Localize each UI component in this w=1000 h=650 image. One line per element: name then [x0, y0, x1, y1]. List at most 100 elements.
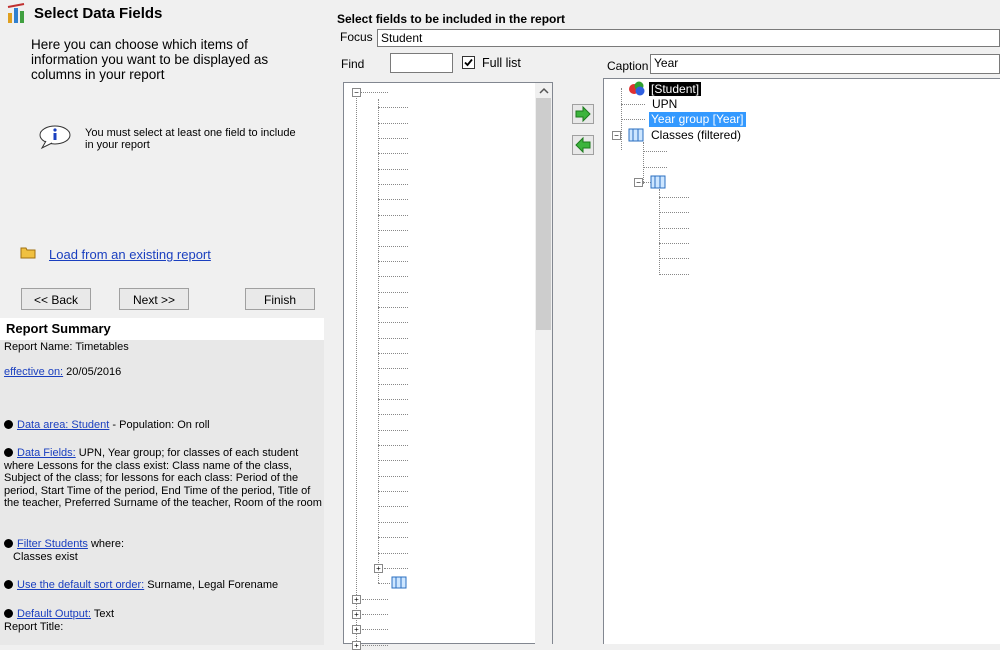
focus-label: Focus: [340, 30, 373, 44]
previous-name-icon: [391, 576, 407, 589]
filter-row: Filter Students where: Classes exist: [4, 538, 322, 563]
report-title-label: Report Title:: [4, 620, 64, 633]
tree-line: [362, 629, 388, 631]
tree-line: [378, 337, 408, 339]
tree-line: [378, 475, 408, 477]
default-output-link[interactable]: Default Output:: [17, 608, 91, 620]
caption-input[interactable]: Year: [650, 54, 1000, 74]
tree-line: [362, 644, 388, 646]
tree-line: [621, 104, 645, 105]
full-list-checkbox[interactable]: [462, 56, 475, 69]
tree-line: [378, 552, 408, 554]
tree-line: [378, 368, 408, 370]
tree-line: [378, 199, 408, 201]
remove-field-button[interactable]: [572, 135, 594, 155]
folder-icon: [20, 245, 36, 259]
tree-line: [378, 537, 408, 539]
expand-group-icon[interactable]: +: [352, 625, 361, 635]
tree-line: [378, 460, 408, 462]
scroll-up-arrow-icon[interactable]: [538, 85, 550, 95]
tree-line: [378, 230, 408, 232]
tree-item-classes[interactable]: Classes (filtered): [651, 128, 741, 142]
tree-line: [378, 414, 408, 416]
focus-field[interactable]: Student: [377, 29, 1000, 47]
report-fields-tree[interactable]: [603, 78, 1000, 644]
data-area-link[interactable]: Data area: Student: [17, 419, 109, 431]
tree-line: [378, 521, 408, 523]
finish-button[interactable]: Finish: [245, 288, 315, 310]
tree-line: [378, 383, 408, 385]
tree-line: [659, 197, 689, 198]
tree-line: [659, 258, 689, 260]
arrow-right-icon: [575, 105, 591, 123]
tree-item-year-group[interactable]: Year group [Year]: [649, 112, 746, 127]
arrow-left-icon: [575, 136, 591, 154]
tree-root-student[interactable]: [Student]: [649, 82, 702, 96]
effective-on-link[interactable]: effective on:: [4, 366, 63, 378]
tree-line: [378, 306, 408, 308]
tree-line: [378, 153, 408, 155]
tree-line: [378, 260, 408, 262]
info-message: You must select at least one field to in…: [85, 127, 296, 151]
tree-line: [659, 227, 689, 229]
available-fields-tree[interactable]: [343, 82, 553, 644]
output-row: Default Output: Text Report Title:: [4, 608, 322, 633]
find-label: Find: [341, 57, 365, 71]
tree-line: [378, 184, 408, 186]
collapse-lessons-icon[interactable]: −: [634, 178, 643, 187]
filter-value: Classes exist: [13, 550, 78, 563]
section-title: Select fields to be included in the repo…: [337, 12, 566, 26]
fields-scroll-thumb[interactable]: [536, 98, 551, 330]
effective-row: effective on: 20/05/2016: [4, 366, 322, 379]
tree-line: [643, 166, 667, 168]
tree-line: [378, 491, 408, 493]
tree-line: [378, 445, 408, 447]
next-button[interactable]: Next >>: [119, 288, 189, 310]
add-field-button[interactable]: [572, 104, 594, 124]
tree-line: [378, 276, 408, 278]
tree-line: [378, 138, 408, 140]
bullet-icon: [4, 580, 13, 589]
intro-text: Here you can choose which items of infor…: [31, 37, 269, 82]
report-summary-heading: Report Summary: [0, 318, 324, 340]
load-existing-report-link[interactable]: Load from an existing report: [49, 247, 211, 262]
expand-ces-icon[interactable]: +: [374, 563, 383, 573]
sort-text: Surname, Legal Forename: [144, 579, 279, 591]
caption-label: Caption: [607, 59, 649, 73]
output-text: Text: [91, 608, 115, 620]
expand-group-icon[interactable]: +: [352, 640, 361, 650]
tree-line: [378, 399, 408, 400]
default-sort-order-link[interactable]: Use the default sort order:: [17, 579, 144, 591]
bullet-icon: [4, 609, 13, 618]
checkmark-icon: [464, 58, 473, 67]
tree-line: [659, 242, 689, 244]
tree-line: [378, 291, 408, 293]
bullet-icon: [4, 420, 13, 429]
tree-line: [378, 214, 408, 216]
tree-line: [659, 273, 689, 275]
full-list-label: Full list: [482, 56, 521, 70]
tree-line: [378, 168, 408, 170]
tree-line: [378, 429, 408, 431]
collapse-classes-icon[interactable]: −: [612, 131, 621, 140]
tree-line: [643, 142, 644, 184]
bullet-icon: [4, 448, 13, 457]
wizard-icon: [6, 3, 28, 25]
tree-line: [384, 567, 408, 569]
effective-date: 20/05/2016: [63, 366, 122, 378]
tree-line: [659, 189, 660, 273]
data-fields-link[interactable]: Data Fields:: [17, 447, 76, 459]
expand-group-icon[interactable]: +: [352, 609, 361, 619]
find-input[interactable]: [390, 53, 453, 73]
expand-group-icon[interactable]: +: [352, 594, 361, 604]
tree-line: [378, 583, 390, 585]
sort-row: Use the default sort order: Surname, Leg…: [4, 579, 322, 592]
tree-item-upn[interactable]: UPN: [652, 97, 677, 111]
back-button[interactable]: << Back: [21, 288, 91, 310]
tree-line: [360, 92, 388, 93]
report-name: Report Name: Timetables: [4, 341, 129, 353]
data-area-row: Data area: Student - Population: On roll: [4, 419, 322, 432]
info-icon: [38, 124, 74, 150]
tree-line: [362, 598, 388, 600]
filter-students-link[interactable]: Filter Students: [17, 538, 88, 550]
